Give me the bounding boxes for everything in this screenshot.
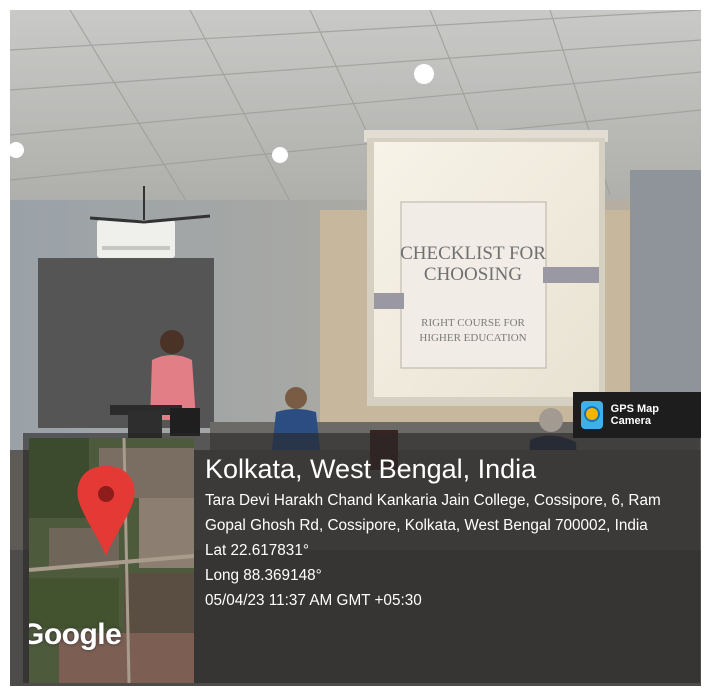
datetime: 05/04/23 11:37 AM GMT +05:30: [205, 592, 422, 609]
longitude: Long 88.369148°: [205, 567, 322, 584]
address-line-2: Gopal Ghosh Rd, Cossipore, Kolkata, West…: [205, 517, 648, 534]
satellite-map: Google: [29, 438, 194, 683]
slide-title-line2: CHOOSING: [424, 264, 522, 285]
gps-map-camera-icon: [581, 401, 603, 429]
gps-map-camera-badge: GPS Map Camera: [573, 392, 701, 438]
google-logo: Google: [29, 618, 122, 651]
slide-subtitle-line1: RIGHT COURSE FOR: [421, 317, 525, 329]
address-line-1: Tara Devi Harakh Chand Kankaria Jain Col…: [205, 492, 661, 509]
badge-label: GPS Map Camera: [610, 403, 659, 427]
location-title: Kolkata, West Bengal, India: [205, 454, 537, 484]
location-info: Kolkata, West Bengal, India Tara Devi Ha…: [205, 454, 695, 613]
slide-title-line1: CHECKLIST FOR: [400, 243, 546, 264]
slide-subtitle-line2: HIGHER EDUCATION: [419, 332, 526, 344]
latitude: Lat 22.617831°: [205, 542, 309, 559]
